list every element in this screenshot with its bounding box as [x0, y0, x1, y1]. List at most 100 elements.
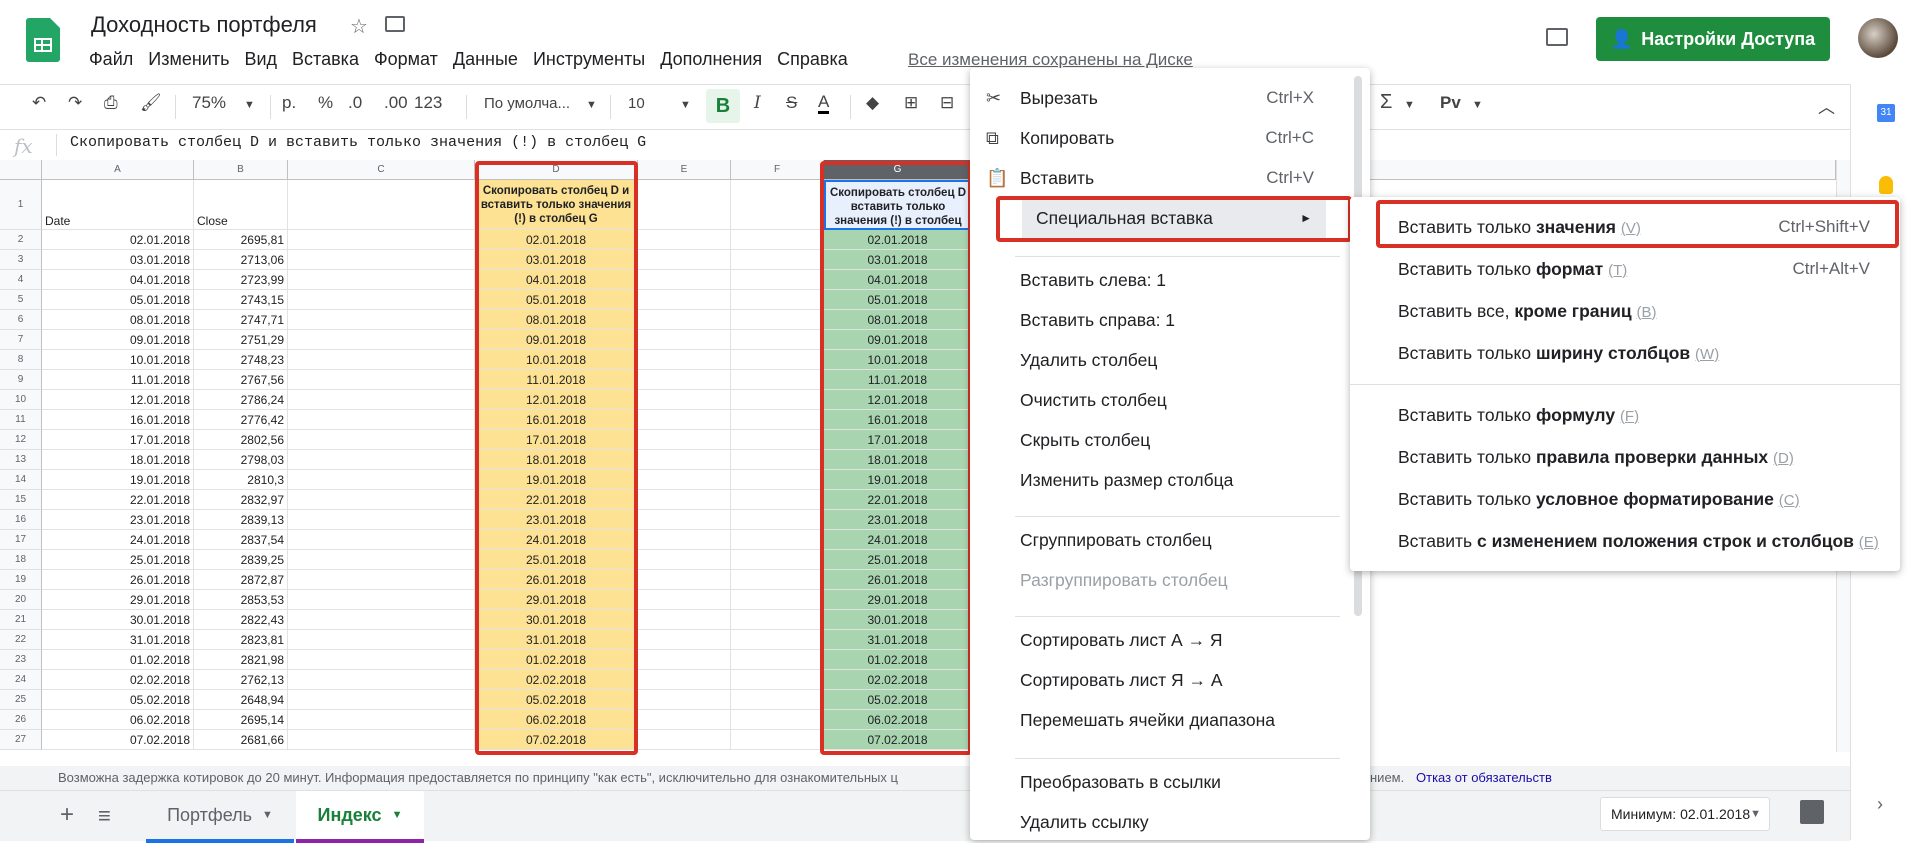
row-header[interactable]: 1 — [0, 180, 42, 230]
all-sheets-icon[interactable]: ≡ — [98, 803, 111, 829]
grid-cell[interactable] — [731, 550, 824, 570]
close-cell[interactable]: 2821,98 — [194, 650, 288, 670]
grid-cell[interactable] — [638, 490, 731, 510]
grid-cell[interactable] — [288, 350, 475, 370]
grid-cell[interactable] — [638, 510, 731, 530]
row-header[interactable]: 12 — [0, 430, 42, 450]
grid-cell[interactable] — [731, 270, 824, 290]
disclaimer-link[interactable]: Отказ от обязательств — [1416, 770, 1552, 785]
context-menu-item[interactable]: 📋 Вставить Ctrl+V — [970, 158, 1340, 198]
date-cell[interactable]: 25.01.2018 — [42, 550, 194, 570]
row-header[interactable]: 26 — [0, 710, 42, 730]
grid-cell[interactable] — [638, 730, 731, 750]
date-cell[interactable]: 29.01.2018 — [42, 590, 194, 610]
grid-cell[interactable] — [638, 530, 731, 550]
row-header[interactable]: 13 — [0, 450, 42, 470]
grid-cell[interactable] — [288, 430, 475, 450]
row-header[interactable]: 9 — [0, 370, 42, 390]
date-cell[interactable]: 18.01.2018 — [42, 450, 194, 470]
context-menu-item[interactable]: Скрыть столбец — [970, 420, 1340, 460]
date-cell[interactable]: 22.01.2018 — [42, 490, 194, 510]
close-cell[interactable]: 2723,99 — [194, 270, 288, 290]
grid-cell[interactable] — [288, 490, 475, 510]
grid-cell[interactable] — [288, 370, 475, 390]
grid-cell[interactable] — [731, 470, 824, 490]
paint-format-icon[interactable]: 🖌 — [140, 93, 162, 113]
grid-cell[interactable] — [638, 270, 731, 290]
grid-cell[interactable] — [731, 490, 824, 510]
bold-button[interactable]: B — [706, 89, 740, 123]
grid-cell[interactable] — [288, 530, 475, 550]
close-cell[interactable]: 2837,54 — [194, 530, 288, 550]
grid-cell[interactable] — [731, 350, 824, 370]
date-cell[interactable]: 24.01.2018 — [42, 530, 194, 550]
zoom-select[interactable]: 75% — [192, 93, 226, 113]
row-header[interactable]: 8 — [0, 350, 42, 370]
tab-index[interactable]: Индекс ▼ — [296, 791, 424, 843]
italic-button[interactable]: I — [754, 93, 761, 113]
context-menu-item[interactable]: Изменить размер столбца — [970, 460, 1340, 500]
menu-item[interactable]: Дополнения — [660, 49, 762, 70]
grid-cell[interactable] — [638, 350, 731, 370]
grid-cell[interactable] — [638, 690, 731, 710]
row-header[interactable]: 5 — [0, 290, 42, 310]
collapse-toolbar-icon[interactable]: ︿ — [1818, 93, 1835, 118]
date-cell[interactable]: 03.01.2018 — [42, 250, 194, 270]
close-cell[interactable]: 2681,66 — [194, 730, 288, 750]
grid-cell[interactable] — [288, 230, 475, 250]
date-cell[interactable]: 16.01.2018 — [42, 410, 194, 430]
pv-addon-button[interactable]: Pv — [1440, 93, 1461, 113]
grid-cell[interactable] — [288, 510, 475, 530]
grid-cell[interactable] — [731, 450, 824, 470]
date-cell[interactable]: 04.01.2018 — [42, 270, 194, 290]
close-cell[interactable]: 2802,56 — [194, 430, 288, 450]
row-header[interactable]: 17 — [0, 530, 42, 550]
strikethrough-button[interactable]: S — [786, 93, 797, 113]
column-header[interactable]: B — [194, 160, 288, 180]
date-cell[interactable]: 30.01.2018 — [42, 610, 194, 630]
add-sheet-icon[interactable]: + — [60, 801, 74, 829]
menu-item[interactable]: Формат — [374, 49, 438, 70]
row-header[interactable]: 25 — [0, 690, 42, 710]
close-cell[interactable]: 2747,71 — [194, 310, 288, 330]
context-menu-item[interactable]: ✂ Вырезать Ctrl+X — [970, 78, 1340, 118]
star-icon[interactable]: ☆ — [350, 14, 368, 39]
more-formats-button[interactable]: 123 — [414, 93, 442, 113]
context-menu-item[interactable]: Перемешать ячейки диапазона — [970, 700, 1340, 740]
grid-cell[interactable] — [638, 590, 731, 610]
undo-icon[interactable]: ↶ — [32, 93, 46, 113]
grid-cell[interactable] — [638, 630, 731, 650]
grid-cell[interactable] — [638, 710, 731, 730]
date-cell[interactable]: 12.01.2018 — [42, 390, 194, 410]
grid-cell[interactable] — [638, 390, 731, 410]
grid-cell[interactable] — [638, 650, 731, 670]
grid-cell[interactable] — [288, 670, 475, 690]
special-paste-item[interactable]: Вставить только условное форматирование … — [1350, 479, 1900, 519]
grid-cell[interactable] — [288, 570, 475, 590]
grid-cell[interactable] — [638, 670, 731, 690]
close-cell[interactable]: 2810,3 — [194, 470, 288, 490]
comments-icon[interactable] — [1546, 28, 1568, 46]
grid-cell[interactable] — [638, 430, 731, 450]
row-header[interactable]: 10 — [0, 390, 42, 410]
grid-cell[interactable] — [731, 730, 824, 750]
grid-cell[interactable] — [731, 510, 824, 530]
date-cell[interactable]: 07.02.2018 — [42, 730, 194, 750]
grid-cell[interactable] — [731, 370, 824, 390]
grid-cell[interactable] — [638, 230, 731, 250]
row-header[interactable]: 23 — [0, 650, 42, 670]
functions-button[interactable]: Σ — [1380, 91, 1392, 114]
tab-portfolio[interactable]: Портфель ▼ — [146, 791, 294, 843]
context-menu-item[interactable]: Очистить столбец — [970, 380, 1340, 420]
grid-cell[interactable] — [731, 230, 824, 250]
redo-icon[interactable]: ↷ — [68, 93, 82, 113]
close-cell[interactable]: 2786,24 — [194, 390, 288, 410]
date-cell[interactable]: 26.01.2018 — [42, 570, 194, 590]
context-menu-item[interactable]: Удалить столбец — [970, 340, 1340, 380]
close-cell[interactable]: 2713,06 — [194, 250, 288, 270]
grid-cell[interactable] — [731, 250, 824, 270]
grid-cell[interactable] — [288, 630, 475, 650]
special-paste-item[interactable]: Вставить только формат (T) Ctrl+Alt+V — [1350, 249, 1900, 289]
menu-item[interactable]: Файл — [89, 49, 133, 70]
grid-cell[interactable] — [288, 290, 475, 310]
